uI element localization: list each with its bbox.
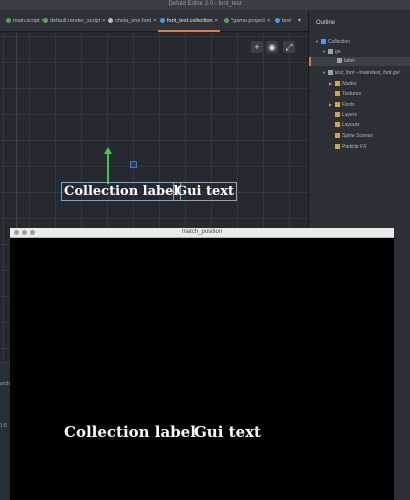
tab-label: *game.project xyxy=(231,18,265,24)
outline-item-label: Fonts xyxy=(342,102,355,108)
outline-item-label: Collection xyxy=(328,39,350,45)
outline-item-label: Layouts xyxy=(342,122,360,128)
viewport-axis-line xyxy=(16,33,17,233)
outline-item[interactable]: ▶ Fonts xyxy=(309,100,410,109)
outline-item[interactable]: Layers xyxy=(309,111,410,120)
outline-item-label: Nodes xyxy=(342,81,357,87)
folder-icon xyxy=(335,112,340,118)
game-window-title: match_position xyxy=(181,229,223,235)
outline-item-label: Textures xyxy=(342,91,361,97)
console-panel: arch 1:6 xyxy=(0,362,10,500)
editor-titlebar: Defold Editor 2.0 - font_test xyxy=(0,0,410,10)
outline-item-label: label xyxy=(344,58,355,64)
collection-icon xyxy=(160,18,165,24)
close-tab-icon[interactable]: × xyxy=(215,18,218,24)
scale-tool-icon[interactable]: ⤢ xyxy=(283,41,295,53)
outline-item[interactable]: Layouts xyxy=(309,121,410,130)
outline-item[interactable]: ▼ Collection xyxy=(309,37,410,46)
viewport-gui-text[interactable]: Gui text xyxy=(173,182,238,201)
game-collection-label: Collection label xyxy=(64,423,196,441)
label-icon xyxy=(337,58,342,64)
outline-item[interactable]: ▶ Nodes xyxy=(309,79,410,88)
console-peek-text: 1:6 xyxy=(0,423,7,429)
outline-item-label: Layers xyxy=(342,112,358,118)
outline-item[interactable]: Spine Scenes xyxy=(309,132,410,141)
close-tab-icon[interactable]: × xyxy=(267,18,270,24)
folder-icon xyxy=(335,144,340,150)
outline-item[interactable]: ▼ go xyxy=(309,47,410,56)
tab-3[interactable]: font_test.collection × xyxy=(158,10,220,32)
collection-icon xyxy=(321,39,326,45)
tab-1[interactable]: default.render_script × xyxy=(43,10,105,32)
close-tab-icon[interactable]: × xyxy=(102,18,105,24)
viewport-collection-label[interactable]: Collection label xyxy=(61,182,182,201)
outline-item[interactable]: label xyxy=(309,57,410,66)
folder-icon xyxy=(335,133,340,139)
outline-item-label: go xyxy=(335,49,341,55)
outline-title: Outline xyxy=(316,20,336,26)
folder-icon xyxy=(335,102,340,108)
outline-item-label: Spine Scenes xyxy=(342,133,373,139)
outline-item[interactable]: Textures xyxy=(309,90,410,99)
tab-4[interactable]: *game.project × xyxy=(224,10,270,32)
console-peek-text: arch xyxy=(0,381,10,387)
script-icon xyxy=(43,18,48,24)
editor-title: Defold Editor 2.0 - font_test xyxy=(168,1,242,7)
gui-icon xyxy=(275,18,280,24)
outline-item[interactable]: Particle FX xyxy=(309,143,410,152)
tab-label: font_test.collection xyxy=(167,18,213,24)
move-y-arrow-icon[interactable] xyxy=(104,147,112,154)
move-plane-handle[interactable] xyxy=(130,161,137,168)
rotate-tool-icon[interactable]: ◉ xyxy=(266,41,278,53)
outline-item-label: Particle FX xyxy=(342,144,367,150)
move-tool-icon[interactable]: + xyxy=(251,41,263,53)
tab-label: chela_one.font xyxy=(115,18,152,24)
close-tab-icon[interactable]: × xyxy=(153,18,156,24)
game-gui-text: Gui text xyxy=(194,423,261,441)
editor-tab-bar: main.script×default.render_script×chela_… xyxy=(0,10,308,32)
game-window[interactable]: match_position Collection label Gui text xyxy=(10,228,394,500)
tab-5[interactable]: test xyxy=(275,10,291,32)
outline-item-label: test_font - /main/test_font.gui xyxy=(335,70,400,76)
gui-icon xyxy=(328,70,333,76)
tab-label: main.script xyxy=(13,18,40,24)
script-icon xyxy=(6,18,11,24)
folder-icon xyxy=(335,91,340,97)
tab-label: test xyxy=(282,18,291,24)
tab-label: default.render_script xyxy=(50,18,101,24)
tab-2[interactable]: chela_one.font × xyxy=(108,10,156,32)
tab-0[interactable]: main.script× xyxy=(6,10,45,32)
game-object-icon xyxy=(328,49,333,55)
folder-icon xyxy=(335,81,340,87)
game-window-titlebar[interactable]: match_position xyxy=(10,228,394,238)
tab-overflow-icon[interactable]: ▾ xyxy=(298,10,301,32)
font-icon xyxy=(108,18,113,24)
move-y-axis-handle[interactable] xyxy=(107,152,109,184)
outline-item[interactable]: ▼ test_font - /main/test_font.gui xyxy=(309,68,410,77)
folder-icon xyxy=(335,122,340,128)
gear-icon xyxy=(224,18,229,24)
